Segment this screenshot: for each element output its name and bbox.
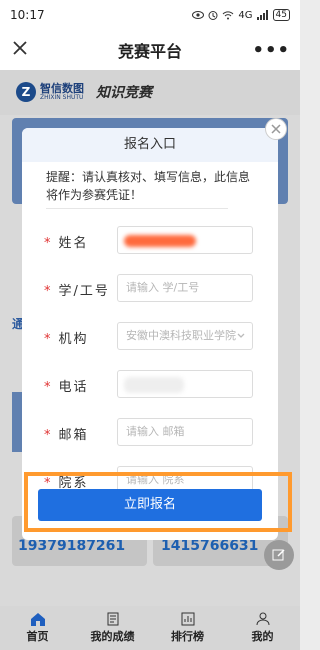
eye-icon bbox=[192, 11, 205, 19]
close-icon[interactable] bbox=[10, 38, 30, 58]
tab-label: 首页 bbox=[26, 630, 49, 643]
status-icons: 4G 45 bbox=[192, 9, 290, 21]
register-now-button[interactable]: 立即报名 bbox=[38, 489, 262, 521]
background-side-text: 通 bbox=[12, 317, 25, 331]
field-label: 学/工号 bbox=[58, 284, 110, 299]
required-mark: * bbox=[44, 236, 53, 251]
email-input[interactable]: 请输入 邮箱 bbox=[117, 418, 253, 446]
field-label: 电话 bbox=[58, 380, 89, 395]
brand-slogan: 知识竞赛 bbox=[96, 85, 152, 101]
bottom-tab-bar: 首页 我的成绩 排行榜 我的 bbox=[0, 606, 300, 650]
organization-select[interactable]: 安徽中澳科技职业学院 bbox=[117, 322, 253, 350]
tab-profile[interactable]: 我的 bbox=[225, 606, 300, 650]
edit-icon bbox=[272, 549, 285, 561]
logo-mark-icon: Z bbox=[16, 82, 36, 102]
signal-icon bbox=[256, 10, 268, 20]
field-label: 机构 bbox=[58, 332, 89, 347]
brand-logo: Z 智信数图 ZHIXIN SHUTU 知识竞赛 bbox=[16, 82, 152, 102]
status-time: 10:17 bbox=[10, 8, 45, 22]
student-id-input[interactable]: 请输入 学/工号 bbox=[117, 274, 253, 302]
document-icon bbox=[107, 612, 118, 626]
background-tile bbox=[12, 392, 22, 452]
brand-subname: ZHIXIN SHUTU bbox=[40, 94, 84, 101]
field-row-student-id: * 学/工号 请输入 学/工号 bbox=[44, 274, 254, 304]
field-row-email: * 邮箱 请输入 邮箱 bbox=[44, 418, 254, 448]
home-icon bbox=[30, 613, 45, 626]
tab-label: 我的 bbox=[251, 630, 274, 643]
chevron-down-icon bbox=[237, 333, 245, 338]
divider bbox=[46, 208, 228, 209]
alarm-icon bbox=[208, 11, 218, 20]
required-mark: * bbox=[44, 380, 53, 395]
redacted-value bbox=[124, 377, 184, 393]
title-bar: 竞赛平台 ••• bbox=[0, 30, 300, 70]
redacted-value bbox=[124, 235, 196, 247]
background-phone-right: 1415766631 bbox=[161, 538, 259, 554]
background-phone-left: 19379187261 bbox=[18, 538, 126, 554]
field-row-phone: * 电话 bbox=[44, 370, 254, 400]
close-icon bbox=[271, 124, 281, 134]
chart-icon bbox=[181, 612, 194, 626]
required-mark: * bbox=[44, 428, 53, 443]
tab-ranking[interactable]: 排行榜 bbox=[150, 606, 225, 650]
field-row-name: * 姓名 bbox=[44, 226, 254, 256]
brand-header: Z 智信数图 ZHIXIN SHUTU 知识竞赛 bbox=[0, 70, 300, 115]
status-bar: 10:17 4G 45 bbox=[0, 0, 300, 30]
modal-title: 报名入口 bbox=[22, 128, 278, 162]
modal-tip: 提醒：请认真核对、填写信息，此信息将作为参赛凭证！ bbox=[46, 170, 251, 202]
tab-my-scores[interactable]: 我的成绩 bbox=[75, 606, 150, 650]
person-icon bbox=[256, 612, 269, 626]
modal-close-button[interactable] bbox=[265, 118, 287, 140]
field-row-organization: * 机构 安徽中澳科技职业学院 bbox=[44, 322, 254, 352]
organization-value: 安徽中澳科技职业学院 bbox=[126, 329, 236, 342]
phone-input[interactable] bbox=[117, 370, 253, 398]
name-input[interactable] bbox=[117, 226, 253, 254]
edit-fab-button[interactable] bbox=[264, 540, 294, 570]
network-label: 4G bbox=[238, 9, 253, 21]
tab-home[interactable]: 首页 bbox=[0, 606, 75, 650]
wifi-icon bbox=[223, 11, 234, 20]
brand-name: 智信数图 bbox=[40, 82, 84, 95]
tab-label: 我的成绩 bbox=[90, 630, 135, 643]
field-label: 邮箱 bbox=[58, 428, 89, 443]
tab-label: 排行榜 bbox=[171, 630, 204, 643]
field-label: 姓名 bbox=[58, 236, 89, 251]
required-mark: * bbox=[44, 332, 53, 347]
more-menu-icon[interactable]: ••• bbox=[252, 40, 290, 61]
required-mark: * bbox=[44, 284, 53, 299]
page-title: 竞赛平台 bbox=[117, 42, 182, 61]
battery-icon: 45 bbox=[272, 9, 290, 21]
